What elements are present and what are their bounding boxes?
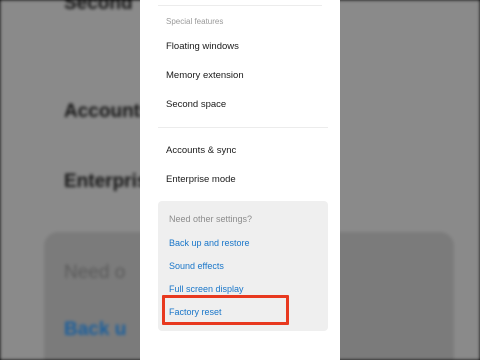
menu-item-accounts-sync[interactable]: Accounts & sync bbox=[166, 145, 236, 156]
background-text-back: Back u bbox=[64, 319, 127, 340]
background-text-second: Second bbox=[64, 0, 133, 14]
menu-item-floating-windows[interactable]: Floating windows bbox=[166, 41, 239, 52]
divider bbox=[158, 127, 328, 128]
menu-item-memory-extension[interactable]: Memory extension bbox=[166, 70, 244, 81]
link-back-up-and-restore[interactable]: Back up and restore bbox=[169, 238, 250, 248]
menu-item-enterprise-mode[interactable]: Enterprise mode bbox=[166, 174, 236, 185]
settings-screen: Special features Floating windows Memory… bbox=[140, 0, 340, 360]
other-settings-heading: Need other settings? bbox=[169, 214, 253, 224]
link-full-screen-display[interactable]: Full screen display bbox=[169, 284, 244, 294]
factory-reset-highlight bbox=[162, 295, 289, 325]
section-label-special-features: Special features bbox=[166, 17, 224, 26]
menu-item-second-space[interactable]: Second space bbox=[166, 99, 226, 110]
link-sound-effects[interactable]: Sound effects bbox=[169, 261, 224, 271]
background-text-accounts: Accounts bbox=[64, 101, 151, 122]
divider bbox=[158, 5, 322, 6]
background-text-need: Need o bbox=[64, 262, 126, 283]
